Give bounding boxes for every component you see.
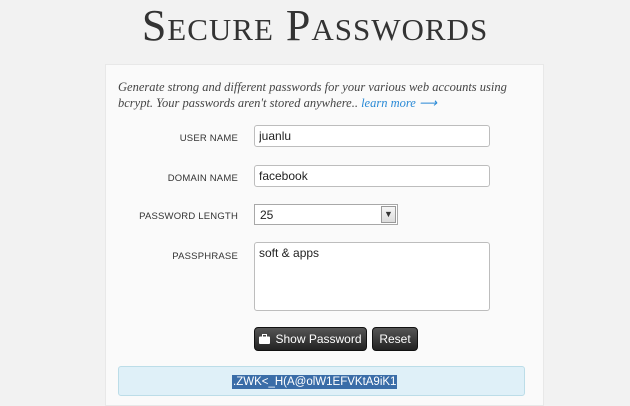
- reset-button[interactable]: Reset: [372, 327, 418, 351]
- form-panel: [105, 64, 544, 406]
- intro-text: Generate strong and different passwords …: [118, 79, 518, 111]
- generated-password[interactable]: .ZWK<_H(A@olW1EFVKtA9iK1: [232, 375, 398, 389]
- password-length-value: 25: [260, 208, 274, 222]
- domain-name-label: DOMAIN NAME: [167, 173, 238, 184]
- chevron-down-icon[interactable]: ▼: [381, 206, 396, 223]
- show-password-label: Show Password: [275, 332, 362, 346]
- briefcase-icon: [259, 334, 271, 344]
- user-name-label: USER NAME: [179, 133, 238, 144]
- password-length-select[interactable]: 25 ▼: [254, 204, 398, 225]
- show-password-button[interactable]: Show Password: [254, 327, 367, 351]
- domain-name-input[interactable]: [254, 165, 490, 187]
- passphrase-textarea[interactable]: soft & apps: [254, 242, 490, 311]
- intro-description: Generate strong and different passwords …: [118, 80, 507, 110]
- passphrase-label: PASSPHRASE: [172, 251, 238, 262]
- user-name-input[interactable]: [254, 125, 490, 147]
- reset-label: Reset: [379, 332, 411, 346]
- learn-more-link[interactable]: learn more ⟶: [361, 96, 437, 110]
- page-title: Secure Passwords: [141, 1, 489, 50]
- password-length-label: PASSWORD LENGTH: [139, 211, 238, 222]
